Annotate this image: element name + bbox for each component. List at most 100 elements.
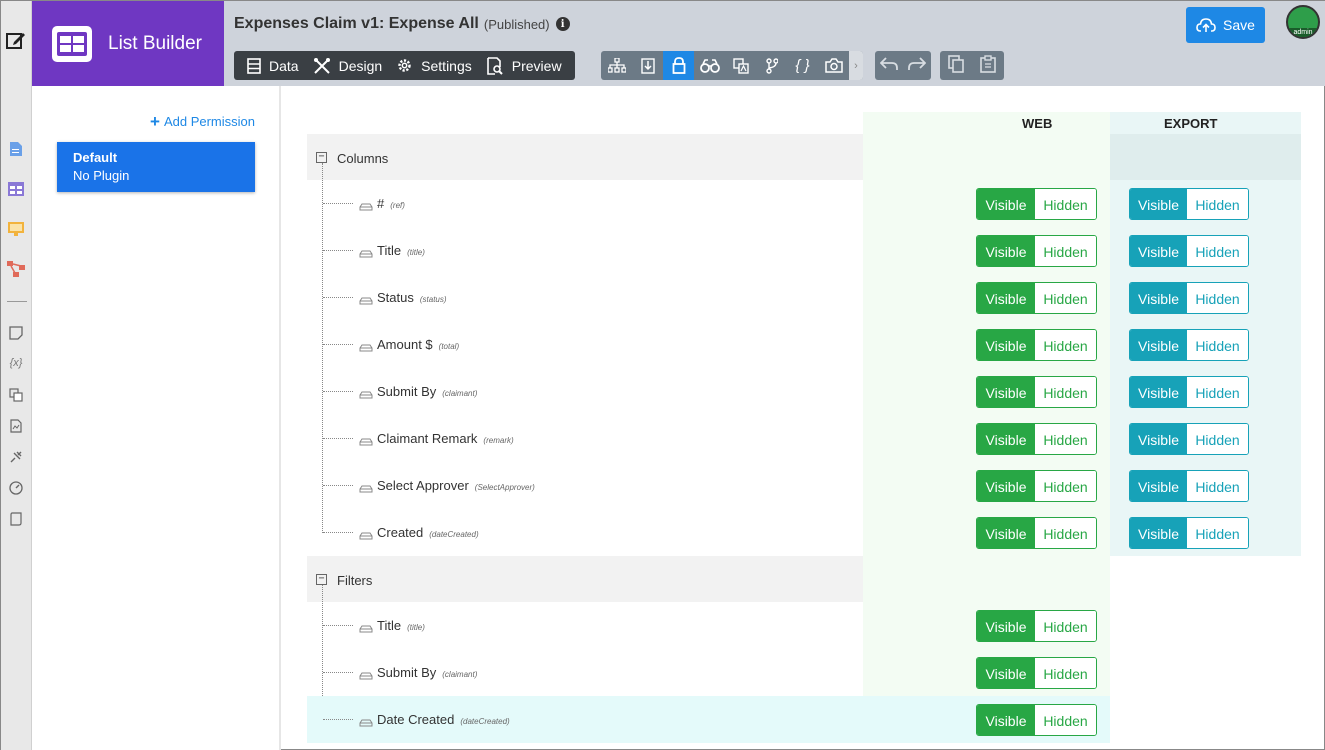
- permission-item-default[interactable]: Default No Plugin: [57, 142, 255, 192]
- field-name: Status: [377, 290, 414, 305]
- export-visible-button[interactable]: Visible: [1130, 283, 1187, 313]
- header: Expenses Claim v1: Expense All (Publishe…: [224, 1, 1325, 86]
- web-visible-button[interactable]: Visible: [977, 377, 1035, 407]
- undo-icon[interactable]: [879, 57, 898, 74]
- field-label: Submit By (claimant): [377, 665, 477, 680]
- import-icon[interactable]: [632, 51, 663, 80]
- export-hidden-button[interactable]: Hidden: [1187, 424, 1248, 454]
- table-row: Submit By (claimant): [307, 649, 1301, 696]
- document-icon[interactable]: [7, 140, 25, 158]
- web-hidden-button[interactable]: Hidden: [1035, 518, 1096, 548]
- sitemap-icon[interactable]: [601, 51, 632, 80]
- chart-file-icon[interactable]: [7, 417, 25, 435]
- export-hidden-button[interactable]: Hidden: [1187, 189, 1248, 219]
- chevron-right-icon[interactable]: ›: [849, 51, 863, 80]
- tree-branch: [323, 344, 353, 345]
- tab-design[interactable]: Design: [306, 51, 390, 80]
- web-hidden-button[interactable]: Hidden: [1035, 377, 1096, 407]
- save-button[interactable]: Save: [1186, 7, 1265, 43]
- script-icon[interactable]: [7, 510, 25, 528]
- export-hidden-button[interactable]: Hidden: [1187, 471, 1248, 501]
- web-hidden-button[interactable]: Hidden: [1035, 236, 1096, 266]
- web-visible-button[interactable]: Visible: [977, 189, 1035, 219]
- field-label: Date Created (dateCreated): [377, 712, 510, 727]
- web-visible-button[interactable]: Visible: [977, 471, 1035, 501]
- edit-icon[interactable]: [5, 29, 27, 51]
- binoculars-icon[interactable]: [694, 51, 725, 80]
- export-visible-button[interactable]: Visible: [1130, 189, 1187, 219]
- field-ref: (dateCreated): [460, 717, 510, 726]
- field-ref: (total): [438, 342, 460, 351]
- web-visible-button[interactable]: Visible: [977, 424, 1035, 454]
- export-visibility-toggle: Visible Hidden: [1129, 282, 1249, 314]
- avatar-label: admin: [1288, 28, 1318, 37]
- web-hidden-button[interactable]: Hidden: [1035, 611, 1096, 641]
- export-hidden-button[interactable]: Hidden: [1187, 283, 1248, 313]
- web-visibility-toggle: Visible Hidden: [976, 423, 1097, 455]
- copy-icon[interactable]: [948, 55, 964, 76]
- web-hidden-button[interactable]: Hidden: [1035, 705, 1096, 735]
- web-visible-button[interactable]: Visible: [977, 658, 1035, 688]
- web-hidden-button[interactable]: Hidden: [1035, 424, 1096, 454]
- export-visible-button[interactable]: Visible: [1130, 236, 1187, 266]
- plug-icon[interactable]: [7, 448, 25, 466]
- field-name: #: [377, 196, 385, 211]
- section-label-columns: Columns: [337, 151, 389, 166]
- add-permission-button[interactable]: + Add Permission: [150, 113, 255, 130]
- list-table-icon[interactable]: [7, 180, 25, 198]
- translate-icon[interactable]: [7, 386, 25, 404]
- branch-icon[interactable]: [756, 51, 787, 80]
- collapse-filters-icon[interactable]: −: [316, 574, 327, 585]
- web-hidden-button[interactable]: Hidden: [1035, 283, 1096, 313]
- monitor-icon[interactable]: [7, 220, 25, 238]
- export-visible-button[interactable]: Visible: [1130, 424, 1187, 454]
- code-braces-icon[interactable]: { }: [787, 51, 818, 80]
- collapse-columns-icon[interactable]: −: [316, 152, 327, 163]
- workflow-icon[interactable]: [7, 260, 25, 278]
- tab-data[interactable]: Data: [240, 51, 306, 80]
- field-icon: [359, 293, 373, 308]
- web-hidden-button[interactable]: Hidden: [1035, 330, 1096, 360]
- permission-plugin: No Plugin: [73, 168, 130, 183]
- export-visible-button[interactable]: Visible: [1130, 471, 1187, 501]
- tab-settings[interactable]: Settings: [389, 51, 479, 80]
- web-visible-button[interactable]: Visible: [977, 283, 1035, 313]
- web-visibility-toggle: Visible Hidden: [976, 235, 1097, 267]
- web-visible-button[interactable]: Visible: [977, 236, 1035, 266]
- field-label: Amount $ (total): [377, 337, 459, 352]
- export-hidden-button[interactable]: Hidden: [1187, 518, 1248, 548]
- export-hidden-button[interactable]: Hidden: [1187, 236, 1248, 266]
- export-visible-button[interactable]: Visible: [1130, 330, 1187, 360]
- field-ref: (claimant): [442, 670, 478, 679]
- field-name: Title: [377, 618, 402, 633]
- tree-branch: [323, 719, 353, 720]
- export-visible-button[interactable]: Visible: [1130, 518, 1187, 548]
- export-column-header: EXPORT: [1164, 116, 1218, 131]
- export-hidden-button[interactable]: Hidden: [1187, 377, 1248, 407]
- web-visible-button[interactable]: Visible: [977, 611, 1035, 641]
- web-hidden-button[interactable]: Hidden: [1035, 658, 1096, 688]
- note-icon[interactable]: [7, 324, 25, 342]
- camera-icon[interactable]: [818, 51, 849, 80]
- web-visible-button[interactable]: Visible: [977, 705, 1035, 735]
- tab-preview[interactable]: Preview: [479, 51, 569, 80]
- export-hidden-button[interactable]: Hidden: [1187, 330, 1248, 360]
- tree-branch: [323, 203, 353, 204]
- paste-icon[interactable]: [980, 55, 996, 76]
- gauge-icon[interactable]: [7, 479, 25, 497]
- lock-icon[interactable]: [663, 51, 694, 80]
- variable-icon[interactable]: {x}: [7, 354, 25, 372]
- field-icon: [359, 434, 373, 449]
- field-icon: [359, 621, 373, 636]
- info-icon[interactable]: i: [555, 17, 570, 31]
- web-hidden-button[interactable]: Hidden: [1035, 471, 1096, 501]
- web-visible-button[interactable]: Visible: [977, 518, 1035, 548]
- translate-tool-icon[interactable]: [725, 51, 756, 80]
- redo-icon[interactable]: [908, 57, 927, 74]
- avatar[interactable]: admin: [1286, 5, 1320, 39]
- tree-branch: [323, 438, 353, 439]
- web-visible-button[interactable]: Visible: [977, 330, 1035, 360]
- web-visibility-toggle: Visible Hidden: [976, 282, 1097, 314]
- export-visible-button[interactable]: Visible: [1130, 377, 1187, 407]
- web-hidden-button[interactable]: Hidden: [1035, 189, 1096, 219]
